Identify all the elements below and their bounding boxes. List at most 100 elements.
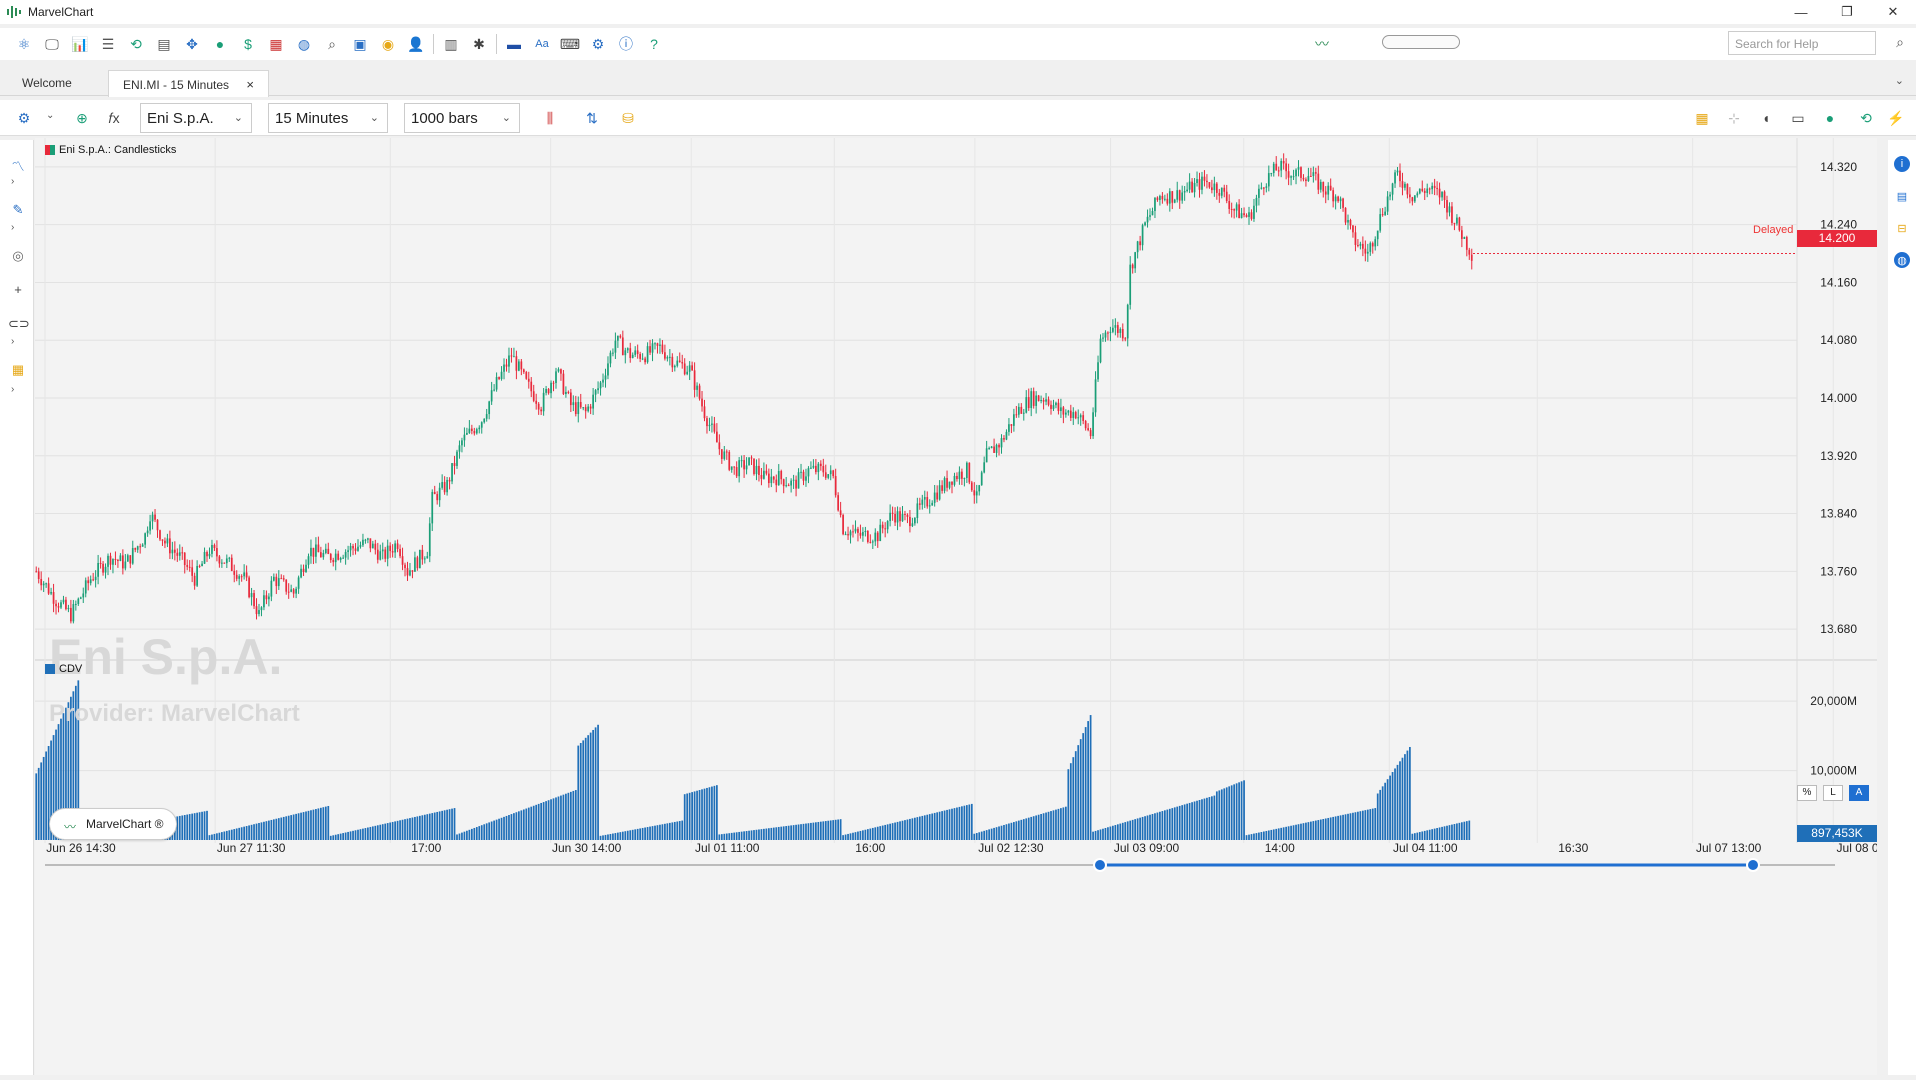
chart-types-icon[interactable]: 📊 xyxy=(66,32,94,56)
volume-bar xyxy=(297,813,300,840)
auto-scale-button[interactable]: A xyxy=(1849,785,1869,801)
scanner-icon[interactable]: ⌕ xyxy=(318,32,346,56)
candle-body xyxy=(171,549,174,554)
crosshair-icon[interactable]: + xyxy=(8,282,28,300)
compare-icon[interactable]: ⇅ xyxy=(578,106,606,130)
alerts-icon[interactable]: ▦ xyxy=(1688,106,1716,130)
replay-icon[interactable]: ⟲ xyxy=(1852,106,1880,130)
crosshair-icon[interactable]: ⊹ xyxy=(1720,106,1748,130)
bars-select[interactable]: 1000 bars ⌄ xyxy=(404,103,520,133)
volume-bar xyxy=(384,823,387,840)
keyboard-icon[interactable]: ⌨ xyxy=(556,32,584,56)
report-icon[interactable]: ▤ xyxy=(150,32,178,56)
user-icon[interactable]: 👤 xyxy=(402,32,430,56)
info-icon[interactable]: i xyxy=(1894,156,1910,172)
chevron-right-icon[interactable]: › xyxy=(11,176,14,187)
close-tab-icon[interactable]: × xyxy=(246,77,254,92)
volume-bar xyxy=(745,831,748,840)
candle-body xyxy=(817,463,820,473)
volume-bar xyxy=(990,828,993,840)
candle-body xyxy=(446,479,448,493)
calendar-icon[interactable]: ▦ xyxy=(262,32,290,56)
candle-body xyxy=(693,370,696,390)
close-button[interactable]: ✕ xyxy=(1870,0,1916,24)
coins-icon[interactable]: ◉ xyxy=(374,32,402,56)
info-icon[interactable]: ⓘ xyxy=(612,32,640,56)
candle-body xyxy=(671,356,674,368)
chart-toolbar: ⚙ ⌄ ⊕ 𝑓x Eni S.p.A. ⌄ 15 Minutes ⌄ 1000 ba… xyxy=(0,100,1916,136)
layout-icon[interactable]: ▣ xyxy=(346,32,374,56)
scroll-handle-left[interactable] xyxy=(1093,858,1107,872)
chevron-down-icon[interactable]: ⌄ xyxy=(46,110,54,121)
volume-bar xyxy=(701,789,703,840)
tools-icon[interactable]: ☰ xyxy=(94,32,122,56)
card-icon[interactable]: ▭ xyxy=(1784,106,1812,130)
candle-body xyxy=(532,391,535,401)
money-icon[interactable]: ● xyxy=(1816,106,1844,130)
calculator-icon[interactable]: ▥ xyxy=(437,32,465,56)
chevron-down-icon[interactable]: ⌄ xyxy=(1895,74,1904,87)
minimize-button[interactable]: — xyxy=(1778,0,1824,24)
help-icon[interactable]: ? xyxy=(640,32,668,56)
candle-body xyxy=(1431,185,1434,190)
bug-icon[interactable]: ✱ xyxy=(465,32,493,56)
database-icon[interactable]: ⛁ xyxy=(614,106,642,130)
candle-body xyxy=(206,551,208,557)
world-icon[interactable]: ◍ xyxy=(290,32,318,56)
search-icon[interactable]: ⌕ xyxy=(1896,34,1904,51)
monitor-icon[interactable]: 🖵 xyxy=(38,32,66,56)
function-icon[interactable]: 𝑓x xyxy=(100,106,128,130)
time-tick-label: Jul 04 11:00 xyxy=(1393,841,1458,855)
chevron-right-icon[interactable]: › xyxy=(11,222,14,233)
volume-bar xyxy=(1426,830,1429,840)
globe-green-icon[interactable]: ● xyxy=(206,32,234,56)
font-icon[interactable]: Aa xyxy=(528,32,556,56)
history-icon[interactable]: ⟲ xyxy=(122,32,150,56)
pencil-icon[interactable]: ✎ xyxy=(8,202,28,220)
restore-button[interactable]: ❐ xyxy=(1824,0,1870,24)
lightning-icon[interactable]: ⚡ xyxy=(1882,106,1910,130)
tab-welcome[interactable]: Welcome xyxy=(8,70,86,97)
chart-canvas[interactable]: 13.680 13.760 13.840 13.920 14.000 14.080 14.1… xyxy=(35,138,1877,1075)
settings-icon[interactable]: ⚙ xyxy=(584,32,612,56)
percent-scale-button[interactable]: % xyxy=(1797,785,1817,801)
volume-bar xyxy=(1035,815,1038,840)
chevron-right-icon[interactable]: › xyxy=(11,336,14,347)
brand-wave-icon: 〰 xyxy=(64,820,77,834)
volume-bar xyxy=(681,820,684,840)
symbol-select[interactable]: Eni S.p.A. ⌄ xyxy=(140,103,252,133)
candle-body xyxy=(357,546,359,551)
hierarchy-icon[interactable]: ⊟ xyxy=(1894,220,1910,236)
fingerprint-icon[interactable]: ◎ xyxy=(8,248,28,266)
volume-bar xyxy=(206,810,208,840)
candle-body xyxy=(510,355,513,357)
candle-body xyxy=(1384,211,1387,215)
link-icon[interactable]: ⊂⊃ xyxy=(8,316,30,334)
mouse-icon[interactable]: ◖ xyxy=(1752,106,1780,130)
grid-icon[interactable]: ▦ xyxy=(8,362,28,380)
help-search-input[interactable]: Search for Help xyxy=(1728,31,1876,55)
candle-body xyxy=(183,552,186,566)
chart-area[interactable]: 13.680 13.760 13.840 13.920 14.000 14.080 14.1… xyxy=(35,138,1877,1075)
tab-eni-chart[interactable]: ENI.MI - 15 Minutes × xyxy=(108,70,269,97)
workspace-icon[interactable]: ⚛ xyxy=(10,32,38,56)
candle-body xyxy=(1436,187,1438,189)
log-scale-button[interactable]: L xyxy=(1823,785,1843,801)
candle-body xyxy=(1322,181,1325,192)
chevron-right-icon[interactable]: › xyxy=(11,384,14,395)
marvelchart-brand-chip[interactable]: 〰 MarvelChart ® xyxy=(49,808,177,840)
document-icon[interactable]: ▤ xyxy=(1894,188,1910,204)
add-indicator-icon[interactable]: ⊕ xyxy=(68,106,96,130)
scroll-handle-right[interactable] xyxy=(1746,858,1760,872)
chart-style-icon[interactable]: ⫼ xyxy=(536,106,564,130)
chart-settings-icon[interactable]: ⚙ xyxy=(10,106,38,130)
dollar-icon[interactable]: $ xyxy=(234,32,262,56)
globe-icon[interactable]: ◍ xyxy=(1894,252,1910,268)
volume-bar xyxy=(555,797,557,840)
flag-icon[interactable]: ▬ xyxy=(500,32,528,56)
trend-line-icon[interactable]: 〽 xyxy=(8,156,28,174)
time-scrollbar[interactable] xyxy=(45,858,1835,872)
move-icon[interactable]: ✥ xyxy=(178,32,206,56)
interval-select[interactable]: 15 Minutes ⌄ xyxy=(268,103,388,133)
volume-bar xyxy=(874,827,877,840)
